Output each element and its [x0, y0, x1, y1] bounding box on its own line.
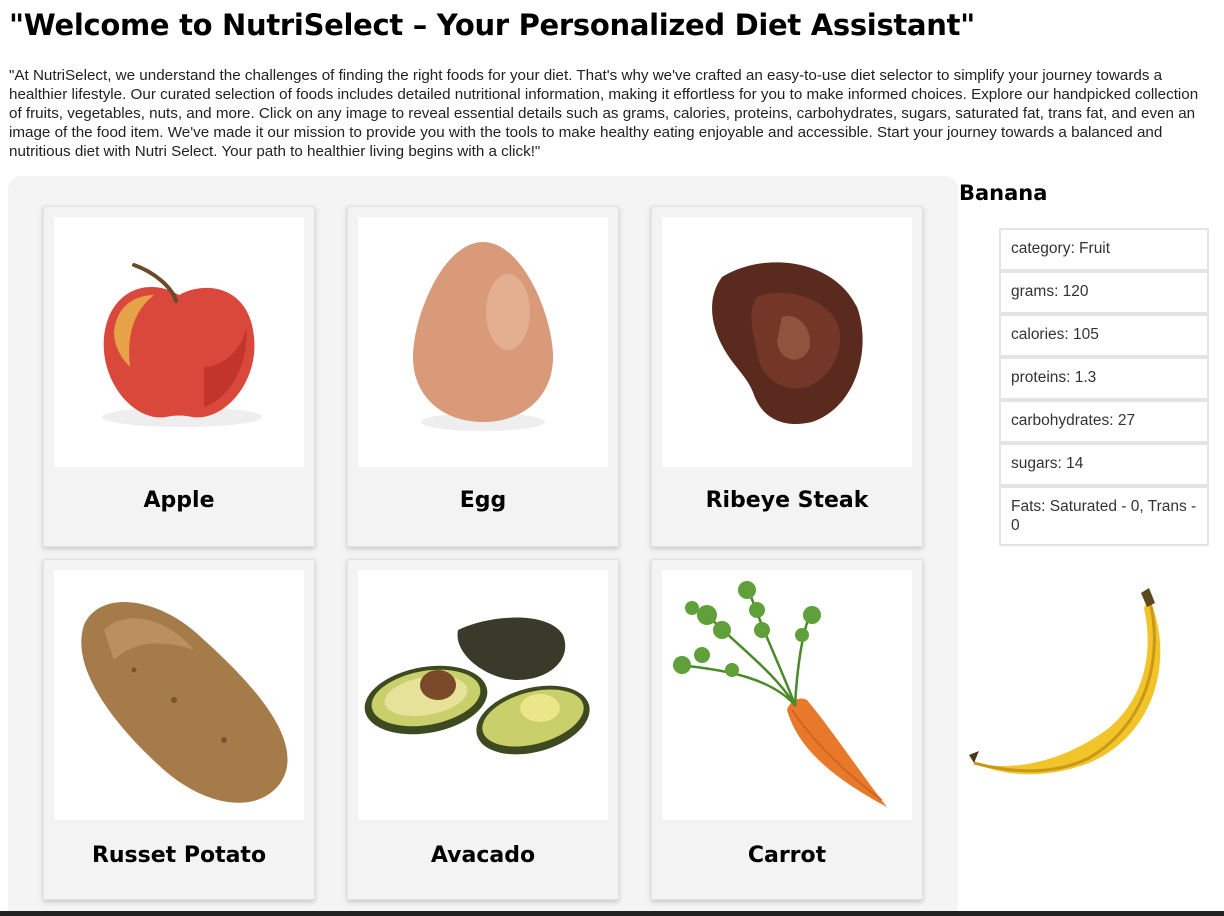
steak-icon [712, 262, 863, 424]
intro-paragraph: "At NutriSelect, we understand the chall… [9, 67, 1199, 160]
carrot-icon [673, 581, 887, 807]
fact-carbohydrates: carbohydrates: 27 [999, 400, 1209, 443]
food-card-ribeye-steak[interactable]: Ribeye Steak [651, 206, 923, 547]
food-image-egg[interactable] [358, 217, 608, 467]
fact-fats: Fats: Saturated - 0, Trans - 0 [999, 486, 1209, 546]
food-card-egg[interactable]: Egg [347, 206, 619, 547]
food-image-carrot[interactable] [662, 570, 912, 820]
food-image-russet-potato[interactable] [54, 570, 304, 820]
bottom-border [0, 911, 1224, 916]
food-card-apple[interactable]: Apple [43, 206, 315, 547]
food-image-avacado[interactable] [358, 570, 608, 820]
apple-icon [102, 263, 262, 427]
selected-food-image [959, 563, 1164, 813]
fact-category: category: Fruit [999, 228, 1209, 271]
fact-sugars: sugars: 14 [999, 443, 1209, 486]
fact-proteins: proteins: 1.3 [999, 357, 1209, 400]
food-card-russet-potato[interactable]: Russet Potato [43, 559, 315, 900]
fact-calories: calories: 105 [999, 314, 1209, 357]
avocado-icon [364, 617, 590, 755]
food-label-avacado[interactable]: Avacado [348, 843, 618, 868]
nutrition-facts-list: category: Fruit grams: 120 calories: 105… [999, 228, 1209, 546]
food-label-apple[interactable]: Apple [44, 488, 314, 513]
food-label-russet-potato[interactable]: Russet Potato [44, 843, 314, 868]
food-image-apple[interactable] [54, 217, 304, 467]
food-label-egg[interactable]: Egg [348, 488, 618, 513]
food-card-carrot[interactable]: Carrot [651, 559, 923, 900]
fact-grams: grams: 120 [999, 271, 1209, 314]
food-image-ribeye-steak[interactable] [662, 217, 912, 467]
banana-icon [969, 588, 1161, 775]
page-title: "Welcome to NutriSelect – Your Personali… [9, 8, 975, 42]
food-grid: Apple Egg Ribeye Steak Russet Potato Ava… [8, 176, 958, 916]
food-label-ribeye-steak[interactable]: Ribeye Steak [652, 488, 922, 513]
food-label-carrot[interactable]: Carrot [652, 843, 922, 868]
selected-food-title: Banana [959, 181, 1048, 205]
egg-icon [413, 242, 553, 431]
potato-icon [81, 602, 288, 803]
food-card-avacado[interactable]: Avacado [347, 559, 619, 900]
